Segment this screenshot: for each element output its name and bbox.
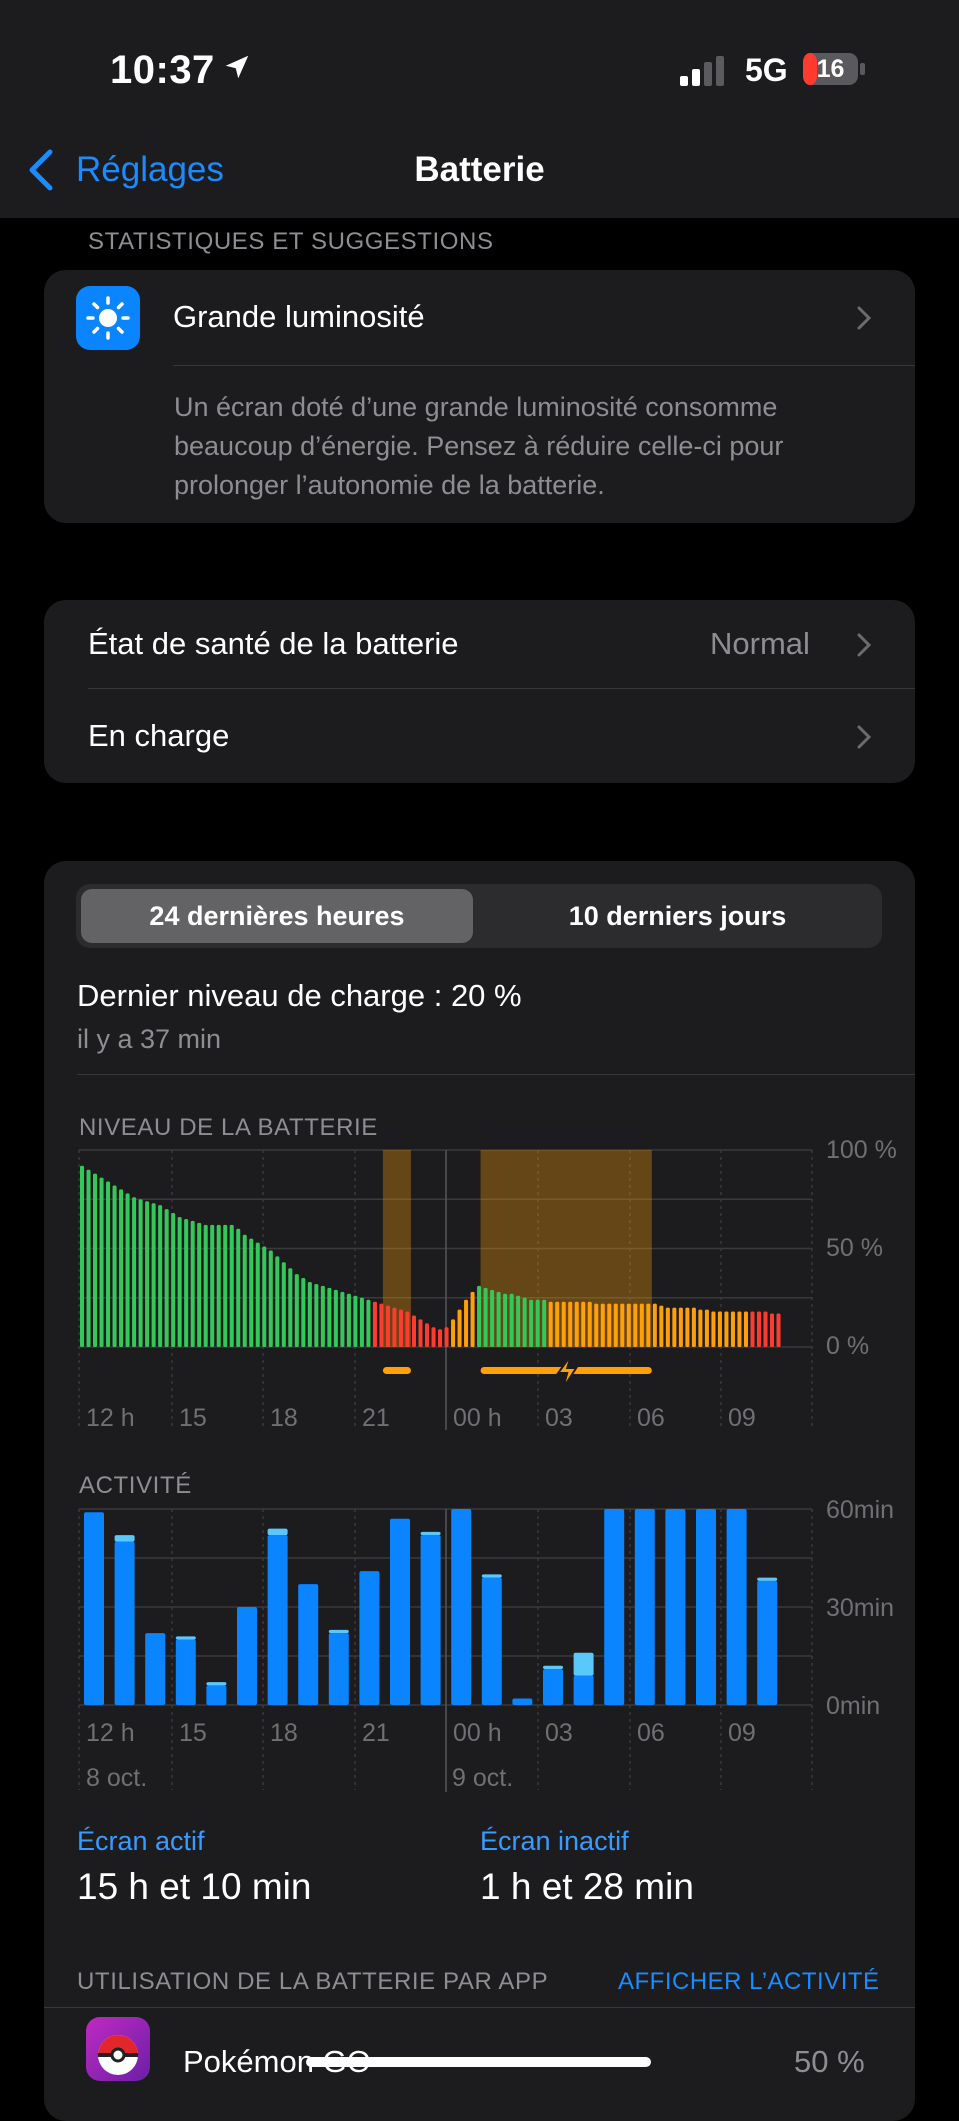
screen-off-bar bbox=[573, 1652, 594, 1676]
screen-off-bar bbox=[543, 1665, 563, 1670]
screen-on-bar bbox=[175, 1639, 196, 1705]
screen-on-bar bbox=[696, 1509, 716, 1705]
screen-on-bar bbox=[114, 1541, 135, 1705]
screen-off-bar bbox=[420, 1531, 441, 1536]
screen-on-bar bbox=[267, 1535, 288, 1705]
x-tick-label: 15 bbox=[179, 1719, 207, 1747]
screen-off-bar bbox=[328, 1629, 349, 1634]
x-tick-label: 03 bbox=[545, 1719, 573, 1747]
y-tick-label: 60min bbox=[826, 1496, 895, 1524]
y-tick-label: 0min bbox=[826, 1692, 881, 1720]
screen-on-bar bbox=[206, 1685, 227, 1705]
screen-on-bar bbox=[604, 1509, 625, 1705]
screen-off-bar bbox=[175, 1636, 196, 1640]
x-tick-label: 12 h bbox=[86, 1719, 135, 1747]
screen-on-bar bbox=[84, 1512, 104, 1705]
divider bbox=[44, 2007, 915, 2008]
screen-on-bar bbox=[237, 1607, 257, 1705]
screen-on-value: 15 h et 10 min bbox=[77, 1866, 312, 1907]
screen-off-bar bbox=[206, 1682, 227, 1686]
x-tick-label: 09 bbox=[728, 1719, 756, 1747]
screen-off-bar bbox=[267, 1528, 288, 1536]
app-percent: 50 % bbox=[794, 2044, 865, 2079]
show-activity-link[interactable]: AFFICHER L’ACTIVITÉ bbox=[618, 1968, 880, 1996]
screen-on-bar bbox=[543, 1669, 563, 1705]
screen-on-bar bbox=[451, 1509, 472, 1705]
screen-on-bar bbox=[665, 1509, 686, 1705]
date-label: 9 oct. bbox=[452, 1764, 514, 1792]
screen-on-bar bbox=[145, 1633, 166, 1705]
screen-on-bar bbox=[634, 1509, 655, 1705]
y-tick-label: 30min bbox=[826, 1594, 895, 1622]
screen-on-label: Écran actif bbox=[77, 1826, 205, 1856]
x-tick-label: 18 bbox=[270, 1719, 298, 1747]
screen-off-label: Écran inactif bbox=[480, 1826, 629, 1856]
screen-on-bar bbox=[298, 1584, 319, 1705]
screen-off-bar bbox=[757, 1577, 778, 1581]
screen-on-bar bbox=[481, 1577, 502, 1705]
x-tick-label: 21 bbox=[362, 1719, 390, 1747]
pokemon-go-app-icon bbox=[86, 2017, 150, 2081]
screen-on-bar bbox=[573, 1675, 594, 1705]
screen-on-bar bbox=[328, 1633, 349, 1705]
screen-on-bar bbox=[512, 1698, 533, 1705]
screen-off-bar bbox=[481, 1574, 502, 1578]
screen-on-bar bbox=[420, 1535, 441, 1705]
screen-on-bar bbox=[390, 1518, 410, 1705]
screen-on-bar bbox=[726, 1509, 747, 1705]
screen-off-value: 1 h et 28 min bbox=[480, 1866, 694, 1907]
screen-on-bar bbox=[757, 1580, 778, 1705]
x-tick-label: 00 h bbox=[453, 1719, 502, 1747]
screen-off-bar bbox=[114, 1535, 135, 1542]
date-label: 8 oct. bbox=[86, 1764, 148, 1792]
home-indicator[interactable] bbox=[306, 2057, 651, 2067]
apps-section-header: UTILISATION DE LA BATTERIE PAR APP bbox=[77, 1968, 549, 1995]
x-tick-label: 06 bbox=[637, 1719, 665, 1747]
screen-on-bar bbox=[359, 1571, 380, 1705]
